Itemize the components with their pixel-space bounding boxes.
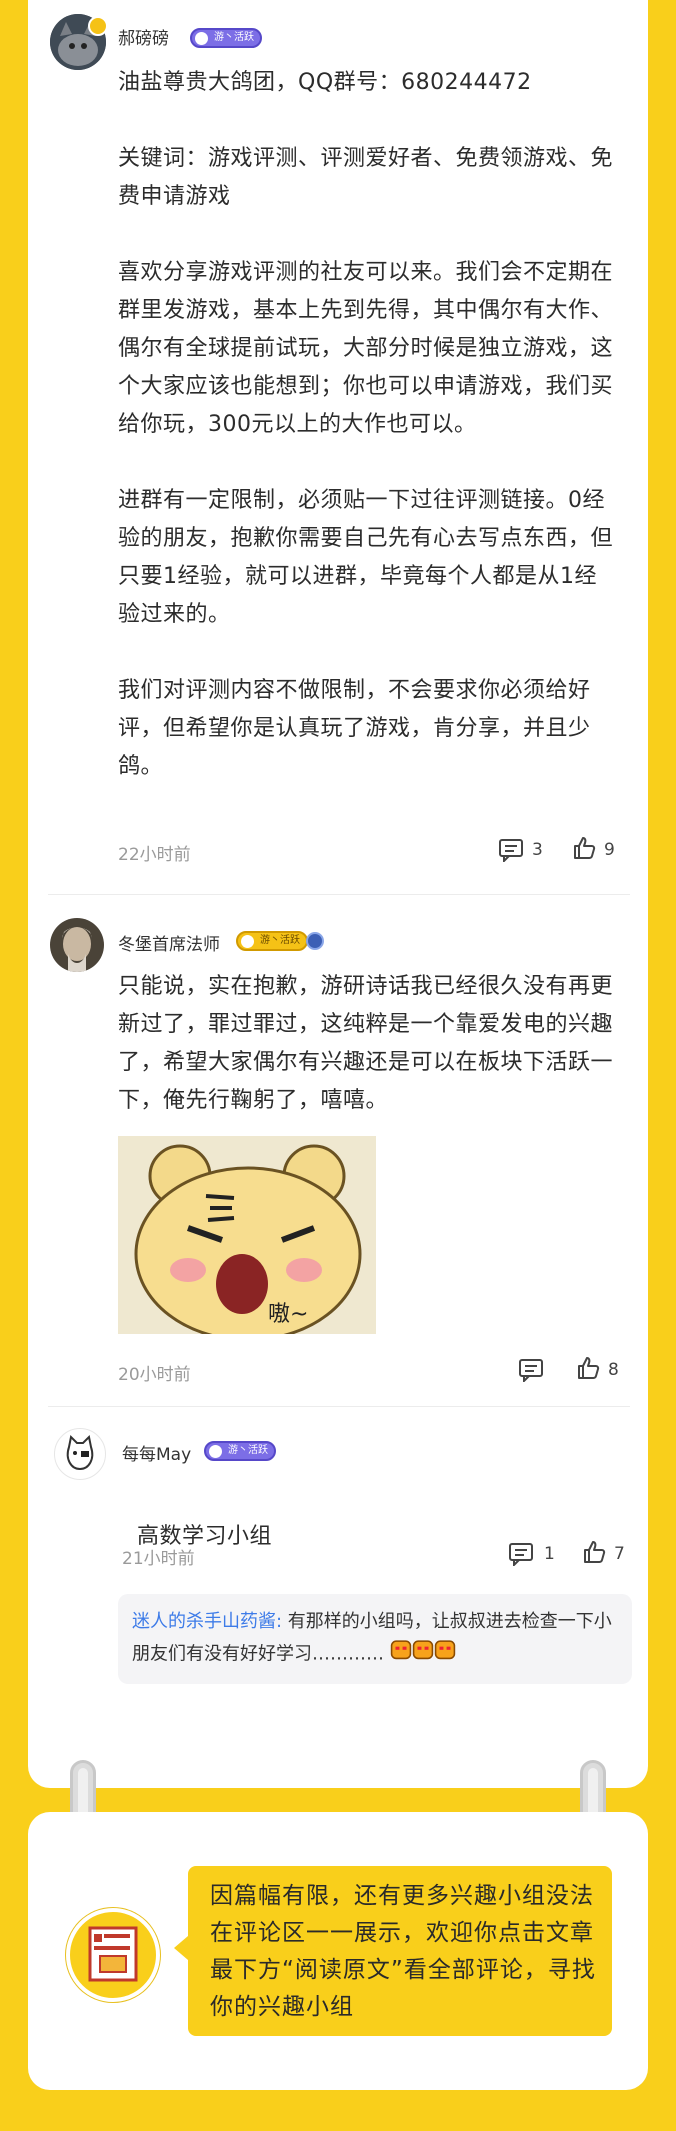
footer-note: 因篇幅有限，还有更多兴趣小组没法在评论区一一展示，欢迎你点击文章最下方“阅读原文… (210, 1883, 596, 2020)
like-count: 7 (614, 1544, 625, 1564)
comment-text: 只能说，实在抱歉，游研诗话我已经很久没有再更新过了，罪过罪过，这纯粹是一个靠爱发… (118, 974, 614, 1113)
badge-label: 游丶活跃 (228, 1445, 268, 1456)
reply-count: 1 (544, 1544, 555, 1564)
user-badge: 游丶活跃 (204, 1441, 276, 1461)
username[interactable]: 郝磅磅 (118, 24, 169, 49)
comment-icon[interactable] (498, 838, 524, 862)
mascot-avatar (66, 1908, 160, 2002)
badge-label: 游丶活跃 (260, 935, 300, 946)
like-count: 8 (608, 1360, 619, 1380)
info-bubble: 因篇幅有限，还有更多兴趣小组没法在评论区一一展示，欢迎你点击文章最下方“阅读原文… (174, 1866, 612, 2036)
username[interactable]: 每每May (122, 1440, 191, 1465)
verified-icon (88, 16, 108, 36)
comment-text: 油盐尊贵大鸽团，QQ群号：680244472 关键词：游戏评测、评测爱好者、免费… (118, 70, 614, 779)
like-icon[interactable] (572, 836, 596, 860)
divider (48, 894, 630, 895)
comment-time: 22小时前 (118, 845, 191, 865)
user-badge: 游丶活跃 (190, 28, 262, 48)
tiger-emoji-icon (434, 1638, 456, 1671)
reply-author[interactable]: 迷人的杀手山药酱: (132, 1611, 282, 1632)
reply-preview[interactable]: 迷人的杀手山药酱: 有那样的小组吗，让叔叔进去检查一下小朋友们有没有好好学习……… (118, 1594, 632, 1684)
reply-count: 3 (532, 840, 543, 860)
like-icon[interactable] (576, 1356, 600, 1380)
sticker-image[interactable]: 嗷~ (118, 1136, 376, 1334)
badge-label: 游丶活跃 (214, 32, 254, 43)
user-badge: 游丶活跃 (236, 931, 308, 951)
username[interactable]: 冬堡首席法师 (118, 930, 220, 955)
like-count: 9 (604, 840, 615, 860)
tiger-emoji-icon (412, 1638, 434, 1671)
comment-icon[interactable] (518, 1358, 544, 1382)
avatar[interactable] (54, 1428, 106, 1480)
avatar[interactable] (50, 918, 104, 972)
reply-text: 迷人的杀手山药酱: 有那样的小组吗，让叔叔进去检查一下小朋友们有没有好好学习……… (132, 1606, 622, 1671)
divider (48, 1406, 630, 1407)
tiger-emoji-icon (390, 1638, 412, 1671)
like-icon[interactable] (582, 1540, 606, 1564)
comment-time: 20小时前 (118, 1365, 191, 1385)
comment-time: 21小时前 (122, 1549, 195, 1569)
comment-icon[interactable] (508, 1542, 534, 1566)
sticker-caption: 嗷~ (268, 1302, 309, 1327)
medal-icon (306, 932, 324, 950)
